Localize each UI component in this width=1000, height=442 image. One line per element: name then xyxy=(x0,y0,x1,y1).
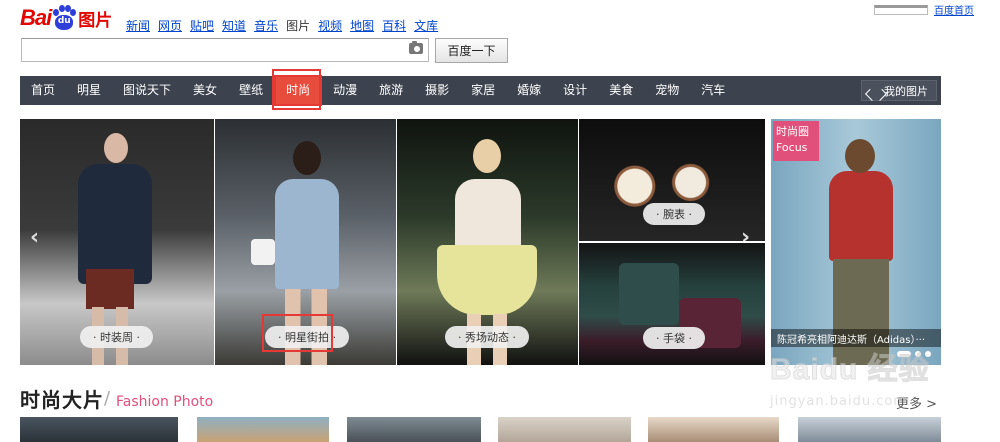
user-login-box[interactable] xyxy=(874,4,928,15)
photo-thumbnail[interactable] xyxy=(648,417,779,442)
tile-label-handbags: · 手袋 · xyxy=(643,327,705,349)
focus-badge-cn: 时尚圈 xyxy=(776,125,809,138)
model-skirt xyxy=(86,269,134,309)
channel-news[interactable]: 新闻 xyxy=(126,17,150,34)
carousel-next-arrow[interactable]: › xyxy=(741,225,750,241)
nav-item-home[interactable]: 首页 xyxy=(31,76,55,105)
paw-icon: du xyxy=(52,5,77,31)
section-divider: / xyxy=(104,388,111,409)
channel-wenku[interactable]: 文库 xyxy=(414,17,438,34)
nav-item-wallpaper[interactable]: 壁纸 xyxy=(239,76,263,105)
nav-item-travel[interactable]: 旅游 xyxy=(379,76,403,105)
my-pictures-label: 我的图片 xyxy=(884,84,928,98)
carousel-dot[interactable] xyxy=(925,351,931,357)
handbag xyxy=(251,239,275,265)
highlight-box-fashion-tab xyxy=(272,69,321,110)
heart-icon xyxy=(870,86,881,96)
tile-label-fashion-week: · 时装周 · xyxy=(80,326,153,348)
photo-thumbnail[interactable] xyxy=(347,417,481,442)
logo-text-tupian: 图片 xyxy=(78,10,113,31)
highlight-box-star-street xyxy=(262,314,333,352)
nav-item-cars[interactable]: 汽车 xyxy=(701,76,725,105)
search-button[interactable]: 百度一下 xyxy=(435,38,508,63)
focus-badge: 时尚圈 Focus xyxy=(773,121,819,161)
section-subtitle: Fashion Photo xyxy=(116,394,214,410)
tile-label-watches: · 腕表 · xyxy=(643,203,705,225)
top-right-bar: 百度首页 xyxy=(874,2,974,17)
more-link[interactable]: 更多 > xyxy=(896,393,937,412)
model-head xyxy=(104,133,128,163)
channel-music[interactable]: 音乐 xyxy=(254,17,278,34)
model-figure xyxy=(78,164,152,284)
focus-badge-en: Focus xyxy=(776,141,808,154)
photo-thumbnail[interactable] xyxy=(197,417,329,442)
model-figure xyxy=(455,179,521,249)
tile-label-runway: · 秀场动态 · xyxy=(445,326,529,348)
channel-images[interactable]: 图片 xyxy=(286,17,310,34)
carousel-dot[interactable] xyxy=(915,351,921,357)
nav-item-wedding[interactable]: 婚嫁 xyxy=(517,76,541,105)
channel-web[interactable]: 网页 xyxy=(158,17,182,34)
nav-item-beauty[interactable]: 美女 xyxy=(193,76,217,105)
carousel-dots xyxy=(893,351,931,357)
fashion-photo-thumbnails xyxy=(20,417,941,442)
section-title: 时尚大片 xyxy=(20,388,104,412)
model-skirt xyxy=(437,245,537,315)
nav-item-food[interactable]: 美食 xyxy=(609,76,633,105)
channel-baike[interactable]: 百科 xyxy=(382,17,406,34)
handbag xyxy=(619,263,679,325)
carousel-dot[interactable] xyxy=(897,351,911,357)
celebrity-pants xyxy=(833,259,889,365)
channel-links: 新闻 网页 贴吧 知道 音乐 图片 视频 地图 百科 文库 xyxy=(126,17,446,34)
channel-tieba[interactable]: 贴吧 xyxy=(190,17,214,34)
channel-video[interactable]: 视频 xyxy=(318,17,342,34)
channel-map[interactable]: 地图 xyxy=(350,17,374,34)
baidu-image-logo[interactable]: Bai du 图片 xyxy=(20,3,112,33)
nav-item-world[interactable]: 图说天下 xyxy=(123,76,171,105)
photo-thumbnail[interactable] xyxy=(20,417,178,442)
nav-item-stars[interactable]: 明星 xyxy=(77,76,101,105)
search-input[interactable] xyxy=(21,38,429,62)
tile-watches[interactable]: · 腕表 · › xyxy=(579,119,765,241)
tile-runway[interactable]: · 秀场动态 · xyxy=(397,119,578,365)
tile-handbags[interactable]: · 手袋 · xyxy=(579,243,765,365)
photo-thumbnail[interactable] xyxy=(798,417,941,442)
celebrity-figure xyxy=(829,171,893,261)
nav-item-design[interactable]: 设计 xyxy=(563,76,587,105)
nav-item-home-decor[interactable]: 家居 xyxy=(471,76,495,105)
celebrity-head xyxy=(845,139,875,173)
channel-zhidao[interactable]: 知道 xyxy=(222,17,246,34)
logo-text-bai: Bai xyxy=(20,5,52,30)
logo-text-du: du xyxy=(57,16,71,26)
model-head xyxy=(473,139,501,173)
model-head xyxy=(293,141,321,175)
carousel-prev-arrow[interactable]: ‹ xyxy=(30,225,39,250)
watermark-sub: jingyan.baidu.com xyxy=(770,394,907,409)
fashion-gallery: ‹ · 时装周 · · 明星街拍 · · 秀场动态 · · 腕表 · › · 手… xyxy=(20,119,941,365)
focus-caption: 陈冠希亮相阿迪达斯（Adidas）··· xyxy=(771,329,941,347)
baidu-home-link[interactable]: 百度首页 xyxy=(934,2,974,17)
photo-thumbnail[interactable] xyxy=(498,417,631,442)
nav-item-pets[interactable]: 宠物 xyxy=(655,76,679,105)
camera-icon[interactable] xyxy=(409,41,423,54)
tile-fashion-focus[interactable]: 时尚圈 Focus 陈冠希亮相阿迪达斯（Adidas）··· xyxy=(771,119,941,365)
nav-item-photography[interactable]: 摄影 xyxy=(425,76,449,105)
my-pictures-button[interactable]: 我的图片 xyxy=(861,80,937,101)
nav-item-anime[interactable]: 动漫 xyxy=(333,76,357,105)
model-figure xyxy=(275,179,339,289)
category-nav: 首页 明星 图说天下 美女 壁纸 时尚 动漫 旅游 摄影 家居 婚嫁 设计 美食… xyxy=(20,75,941,106)
tile-fashion-week[interactable]: ‹ · 时装周 · xyxy=(20,119,214,365)
